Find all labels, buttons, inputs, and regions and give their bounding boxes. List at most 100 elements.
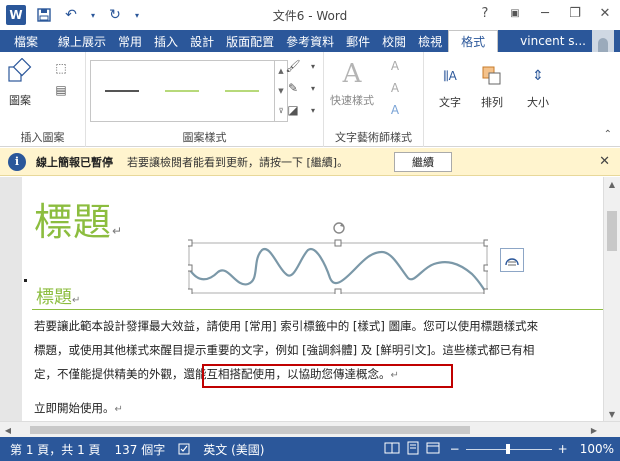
group-wordart-styles: A 快速樣式 A A A 文字藝術師樣式 xyxy=(324,52,424,147)
effects-dropdown-icon[interactable]: ▾ xyxy=(304,102,322,118)
shapes-button[interactable]: 圖案 xyxy=(6,58,34,108)
shape-effects-icon[interactable]: ◪ xyxy=(284,102,302,118)
ribbon-tabs: 檔案 線上展示 常用 插入 設計 版面配置 參考資料 郵件 校閱 檢視 格式 v… xyxy=(0,30,620,52)
paragraph-line[interactable]: 標題，或使用其他樣式來醒目提示重要的文字，例如 [強調斜體] 及 [鮮明引文]。… xyxy=(34,342,534,358)
group-insert-shapes: 圖案 ⬚ ▤ 插入圖案 xyxy=(0,52,86,147)
scroll-down-icon[interactable]: ▼ xyxy=(604,407,620,421)
redo-icon[interactable]: ↻ xyxy=(106,6,124,24)
zoom-slider[interactable] xyxy=(465,443,552,454)
collapse-ribbon-icon[interactable]: ⌃ xyxy=(604,129,612,140)
user-name[interactable]: vincent s... xyxy=(514,30,590,52)
text-box-icon[interactable]: ▤ xyxy=(52,82,70,98)
print-layout-icon[interactable] xyxy=(406,441,420,458)
quick-styles-button[interactable]: A 快速樣式 xyxy=(330,59,374,108)
resume-button[interactable]: 繼續 xyxy=(394,152,452,172)
tab-view[interactable]: 檢視 xyxy=(412,30,448,52)
layout-options-icon[interactable] xyxy=(500,248,524,272)
scroll-left-icon[interactable]: ◀ xyxy=(0,422,16,438)
horizontal-scroll-thumb[interactable] xyxy=(30,426,470,434)
zoom-level[interactable]: 100% xyxy=(580,442,614,456)
paragraph-2[interactable]: 立即開始使用。↵ xyxy=(34,400,123,416)
restore-button[interactable]: ❐ xyxy=(560,0,590,26)
word-count[interactable]: 137 個字 xyxy=(115,441,166,458)
document-heading-text[interactable]: 標題 xyxy=(36,287,72,308)
web-layout-icon[interactable] xyxy=(426,441,440,458)
tab-mailings[interactable]: 郵件 xyxy=(340,30,376,52)
text-outline-icon[interactable]: A xyxy=(386,80,404,96)
tab-insert[interactable]: 插入 xyxy=(148,30,184,52)
anchor-marker xyxy=(24,279,27,282)
group-label-shape-styles: 圖案樣式 xyxy=(182,131,227,144)
text-direction-icon: ⫼A xyxy=(443,68,457,83)
group-label-insert-shapes: 插入圖案 xyxy=(20,131,65,144)
scroll-right-icon[interactable]: ▶ xyxy=(586,422,602,438)
text-button[interactable]: ⫼A 文字 xyxy=(436,62,464,110)
language[interactable]: 英文 (美國) xyxy=(203,441,264,458)
zoom-in-button[interactable]: + xyxy=(558,442,568,456)
text-effects-icon[interactable]: A xyxy=(386,102,404,118)
title-bar: W ↶ ▾ ↻ ▾ 文件6 - Word ? ▣ ─ ❐ ✕ xyxy=(0,0,620,30)
shape-style-option[interactable] xyxy=(213,61,271,121)
shape-style-option[interactable] xyxy=(93,61,151,121)
zoom-out-button[interactable]: − xyxy=(450,442,460,456)
message-close-icon[interactable]: ✕ xyxy=(599,154,610,169)
undo-icon[interactable]: ↶ xyxy=(62,6,80,24)
vertical-scroll-thumb[interactable] xyxy=(607,211,617,251)
status-bar: 第 1 頁，共 1 頁 137 個字 英文 (美國) − + 100% xyxy=(0,437,620,461)
rotate-handle-icon[interactable] xyxy=(332,221,346,235)
avatar[interactable] xyxy=(592,30,614,52)
tab-layout[interactable]: 版面配置 xyxy=(220,30,280,52)
ribbon-display-options-icon[interactable]: ▣ xyxy=(500,0,530,26)
page-count[interactable]: 第 1 頁，共 1 頁 xyxy=(10,441,101,458)
shape-style-option[interactable] xyxy=(153,61,211,121)
close-button[interactable]: ✕ xyxy=(590,0,620,26)
paragraph-mark: ↵ xyxy=(72,295,81,306)
document-heading[interactable]: 標題↵ xyxy=(36,283,80,309)
customize-qat-icon[interactable]: ▾ xyxy=(133,6,141,24)
horizontal-scrollbar[interactable]: ◀ ▶ xyxy=(0,421,620,437)
word-logo-icon[interactable]: W xyxy=(6,5,26,25)
document-page[interactable]: 標題↵ 標題↵ 若要讓此範本設計發揮最大效益，請使用 [常用] 索引標籤中的 [… xyxy=(22,177,603,421)
size-icon: ⇕ xyxy=(532,68,544,84)
help-button[interactable]: ? xyxy=(470,0,500,26)
tab-home[interactable]: 常用 xyxy=(112,30,148,52)
vertical-scrollbar[interactable]: ▲ ▼ xyxy=(603,177,620,421)
text-fill-icon[interactable]: A xyxy=(386,58,404,74)
shape-outline-icon[interactable]: ✎ xyxy=(284,80,302,96)
save-icon[interactable] xyxy=(35,6,53,24)
arrange-button[interactable]: 排列 xyxy=(478,62,506,110)
scroll-up-icon[interactable]: ▲ xyxy=(604,177,620,191)
zoom-slider-thumb[interactable] xyxy=(505,443,510,454)
outline-dropdown-icon[interactable]: ▾ xyxy=(304,80,322,96)
ribbon: 圖案 ⬚ ▤ 插入圖案 ▲ ▼ ⊽ 🖌 ✎ ◪ ▾ ▾ ▾ 圖案樣式 A 快速樣… xyxy=(0,52,620,147)
edit-shape-icon[interactable]: ⬚ xyxy=(52,60,70,76)
fill-dropdown-icon[interactable]: ▾ xyxy=(304,58,322,74)
paragraph-line[interactable]: 若要讓此範本設計發揮最大效益，請使用 [常用] 索引標籤中的 [樣式] 圖庫。您… xyxy=(34,318,538,334)
group-label-wordart-styles: 文字藝術師樣式 xyxy=(335,131,412,144)
document-title-text[interactable]: 標題 xyxy=(34,200,112,244)
shape-styles-gallery[interactable] xyxy=(90,60,275,122)
message-title: 線上簡報已暫停 xyxy=(36,155,113,169)
shape-fill-icon[interactable]: 🖌 xyxy=(284,58,302,74)
tab-online-present[interactable]: 線上展示 xyxy=(52,30,112,52)
message-bar: i 線上簡報已暫停 若要讓檢閱者能看到更新，請按一下 [繼續]。 繼續 ✕ xyxy=(0,148,620,176)
freeform-shape[interactable] xyxy=(185,238,491,296)
wordart-a-icon: A xyxy=(342,59,362,89)
tab-references[interactable]: 參考資料 xyxy=(280,30,340,52)
group-arrange: 排列 xyxy=(476,52,518,147)
group-size: ⇕ 大小 xyxy=(518,52,558,147)
minimize-button[interactable]: ─ xyxy=(530,0,560,26)
paragraph-2-text[interactable]: 立即開始使用。 xyxy=(34,401,115,415)
document-title[interactable]: 標題↵ xyxy=(34,191,123,246)
arrange-icon xyxy=(478,62,506,90)
read-mode-icon[interactable] xyxy=(384,442,400,457)
size-button[interactable]: ⇕ 大小 xyxy=(524,62,552,110)
tab-review[interactable]: 校閱 xyxy=(376,30,412,52)
undo-dropdown-icon[interactable]: ▾ xyxy=(89,6,97,24)
tab-format[interactable]: 格式 xyxy=(448,30,499,52)
tab-design[interactable]: 設計 xyxy=(184,30,220,52)
info-icon: i xyxy=(8,152,26,171)
tab-file[interactable]: 檔案 xyxy=(0,30,53,52)
message-text: 若要讓檢閱者能看到更新，請按一下 [繼續]。 xyxy=(127,155,349,169)
proofing-icon[interactable] xyxy=(177,442,193,456)
